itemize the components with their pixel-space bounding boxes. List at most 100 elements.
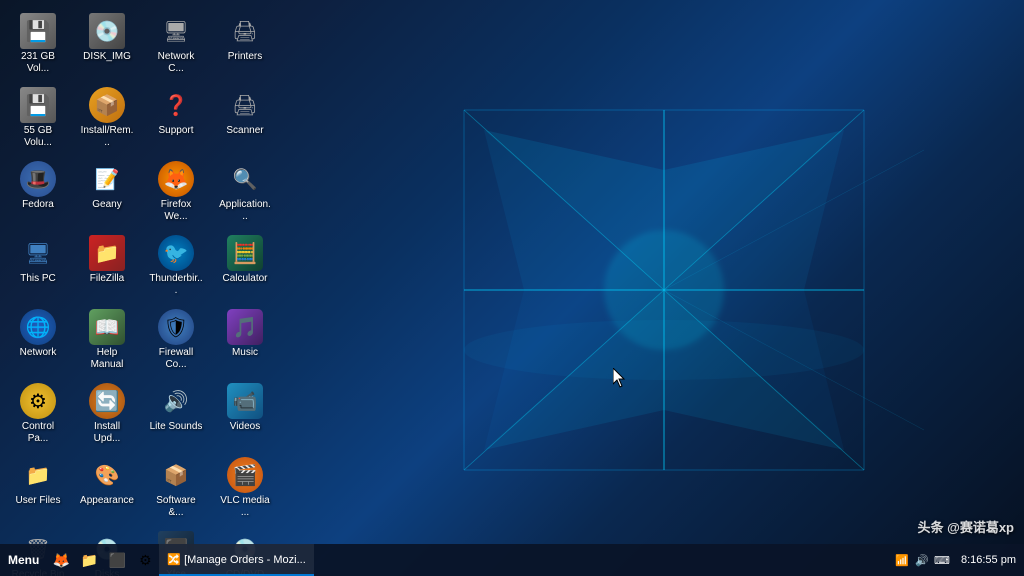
tray-volume-icon[interactable]: 🔊 (913, 551, 931, 569)
icon-controlpanel[interactable]: ⚙Control Pa... (8, 380, 68, 448)
icon-scanner-image: 🖨 (227, 87, 263, 123)
icon-calculator-label: Calculator (222, 273, 267, 285)
icon-litesounds-image: 🔊 (158, 383, 194, 419)
icon-controlpanel-label: Control Pa... (11, 421, 65, 445)
icon-networkc-image: 🖥 (158, 13, 194, 49)
icon-support-image: ❓ (158, 87, 194, 123)
icon-55gb[interactable]: 💾55 GB Volu... (8, 84, 68, 152)
icon-support[interactable]: ❓ Support (146, 84, 206, 152)
icon-55gb-image: 💾 (20, 87, 56, 123)
icon-userfiles[interactable]: 📁 User Files (8, 454, 68, 522)
taskbar-clock[interactable]: 8:16:55 pm (961, 554, 1016, 566)
icon-userfiles-image: 📁 (20, 457, 56, 493)
icon-firefox-label: Firefox We... (149, 199, 203, 223)
icon-networkc-label: Network C... (149, 51, 203, 75)
icon-thispc[interactable]: 🖥 This PC (8, 232, 68, 300)
icon-thunderbird-image: 🐦 (158, 235, 194, 271)
icon-network-image: 🌐 (20, 309, 56, 345)
icon-vlc-image: 🎬 (227, 457, 263, 493)
taskbar-open-task[interactable]: 🔀 [Manage Orders - Mozi... (159, 544, 313, 576)
icon-network-label: Network (20, 347, 57, 359)
icon-thispc-label: This PC (20, 273, 56, 285)
icon-thispc-image: 🖥 (20, 235, 56, 271)
icon-diskimg-image: 💿 (89, 13, 125, 49)
icon-installupdates-image: 🔄 (89, 383, 125, 419)
icon-helpmanual[interactable]: 📖Help Manual (77, 306, 137, 374)
icon-thunderbird[interactable]: 🐦Thunderbir... (146, 232, 206, 300)
start-label: Menu (8, 553, 39, 567)
icon-fedora-image: 🎩 (20, 161, 56, 197)
icon-music-image: 🎵 (227, 309, 263, 345)
icon-videos-image: 📹 (227, 383, 263, 419)
icon-geany-label: Geany (92, 199, 121, 211)
icon-diskimg-label: DISK_IMG (83, 51, 131, 63)
icon-software[interactable]: 📦Software &... (146, 454, 206, 522)
icon-helpmanual-image: 📖 (89, 309, 125, 345)
icon-helpmanual-label: Help Manual (80, 347, 134, 371)
icon-fedora[interactable]: 🎩 Fedora (8, 158, 68, 226)
icon-appearance-image: 🎨 (89, 457, 125, 493)
icon-networkc[interactable]: 🖥Network C... (146, 10, 206, 78)
icon-installrem-image: 📦 (89, 87, 125, 123)
taskbar: Menu 🦊 📁 ⬛ ⚙ 🔀 [Manage Orders - Mozi... … (0, 544, 1024, 576)
tray-network-icon[interactable]: 📶 (893, 551, 911, 569)
icon-firefox[interactable]: 🦊Firefox We... (146, 158, 206, 226)
icon-thunderbird-label: Thunderbir... (149, 273, 203, 297)
icon-vlc[interactable]: 🎬VLC media ... (215, 454, 275, 522)
icon-vlc-label: VLC media ... (218, 495, 272, 519)
icon-231gb-image: 💾 (20, 13, 56, 49)
watermark: 头条 @赛诺葛xp (918, 517, 1014, 536)
icon-filezilla[interactable]: 📁 FileZilla (77, 232, 137, 300)
icon-appsearch-image: 🔍 (227, 161, 263, 197)
icon-music[interactable]: 🎵 Music (215, 306, 275, 374)
icon-installrem[interactable]: 📦Install/Rem... (77, 84, 137, 152)
icon-scanner[interactable]: 🖨 Scanner (215, 84, 275, 152)
icon-installupdates-label: Install Upd... (80, 421, 134, 445)
icon-calculator-image: 🧮 (227, 235, 263, 271)
icon-installupdates[interactable]: 🔄Install Upd... (77, 380, 137, 448)
icon-231gb[interactable]: 💾231 GB Vol... (8, 10, 68, 78)
icon-installrem-label: Install/Rem... (80, 125, 134, 149)
icon-231gb-label: 231 GB Vol... (11, 51, 65, 75)
icon-printers-image: 🖨 (227, 13, 263, 49)
icon-controlpanel-image: ⚙ (20, 383, 56, 419)
desktop: 💾231 GB Vol...💿DISK_IMG🖥Network C...🖨Pri… (0, 0, 1024, 576)
icon-filezilla-label: FileZilla (90, 273, 124, 285)
icon-videos-label: Videos (230, 421, 260, 433)
icon-filezilla-image: 📁 (89, 235, 125, 271)
desktop-icons-container: 💾231 GB Vol...💿DISK_IMG🖥Network C...🖨Pri… (8, 10, 280, 576)
icon-firewall-label: Firewall Co... (149, 347, 203, 371)
icon-scanner-label: Scanner (226, 125, 263, 137)
icon-network[interactable]: 🌐 Network (8, 306, 68, 374)
taskbar-firefox-icon[interactable]: 🦊 (47, 544, 75, 576)
icon-diskimg[interactable]: 💿 DISK_IMG (77, 10, 137, 78)
desktop-wallpaper (404, 50, 924, 530)
tray-keyboard-icon[interactable]: ⌨ (933, 551, 951, 569)
tray-icons: 📶 🔊 ⌨ (893, 551, 951, 569)
icon-appsearch[interactable]: 🔍Application... (215, 158, 275, 226)
icon-geany-image: 📝 (89, 161, 125, 197)
icon-appearance-label: Appearance (80, 495, 134, 507)
icon-fedora-label: Fedora (22, 199, 54, 211)
icon-music-label: Music (232, 347, 258, 359)
taskbar-settings-icon[interactable]: ⚙ (131, 544, 159, 576)
icon-userfiles-label: User Files (15, 495, 60, 507)
taskbar-terminal-icon[interactable]: ⬛ (103, 544, 131, 576)
icon-geany[interactable]: 📝 Geany (77, 158, 137, 226)
icon-firewall-image: 🛡 (158, 309, 194, 345)
icon-55gb-label: 55 GB Volu... (11, 125, 65, 149)
icon-printers-label: Printers (228, 51, 262, 63)
start-button[interactable]: Menu (0, 544, 47, 576)
icon-videos[interactable]: 📹 Videos (215, 380, 275, 448)
icon-litesounds[interactable]: 🔊Lite Sounds (146, 380, 206, 448)
icon-software-label: Software &... (149, 495, 203, 519)
icon-printers[interactable]: 🖨 Printers (215, 10, 275, 78)
taskbar-tray: 📶 🔊 ⌨ 8:16:55 pm (885, 544, 1024, 576)
taskbar-folder-icon[interactable]: 📁 (75, 544, 103, 576)
icon-calculator[interactable]: 🧮 Calculator (215, 232, 275, 300)
icon-support-label: Support (158, 125, 193, 137)
icon-firewall[interactable]: 🛡Firewall Co... (146, 306, 206, 374)
icon-software-image: 📦 (158, 457, 194, 493)
icon-firefox-image: 🦊 (158, 161, 194, 197)
icon-appearance[interactable]: 🎨 Appearance (77, 454, 137, 522)
